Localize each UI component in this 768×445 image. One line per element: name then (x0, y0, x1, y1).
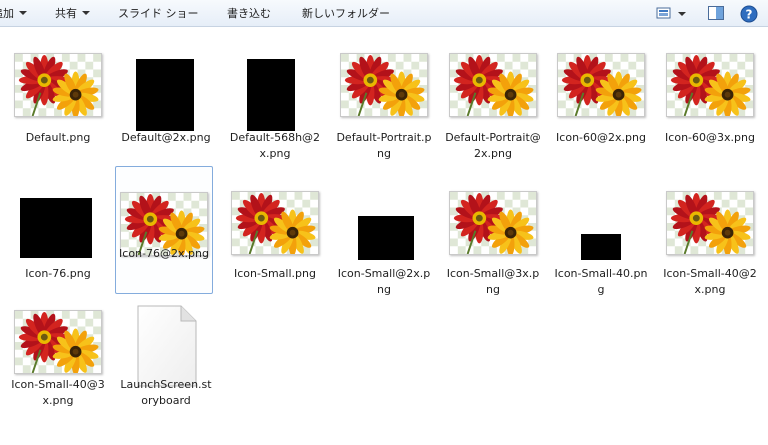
black-image-thumbnail (358, 216, 414, 260)
add-label: 追加 (0, 7, 14, 20)
file-item[interactable]: Icon-Small@3x.png (444, 187, 542, 311)
file-item[interactable]: Icon-Small@2x.png (335, 187, 433, 311)
burn-button[interactable]: 書き込む (227, 6, 271, 22)
file-item[interactable]: LaunchScreen.storyboard (117, 305, 215, 430)
file-item[interactable]: Icon-76@2x.png (115, 166, 213, 294)
image-thumbnail (666, 53, 754, 117)
slideshow-label: スライド ショー (118, 7, 199, 20)
file-name: Icon-Small@2x.png (337, 267, 431, 296)
preview-pane-icon (708, 6, 724, 20)
new-folder-label: 新しいフォルダー (302, 7, 390, 20)
image-thumbnail (14, 310, 102, 374)
preview-pane-button[interactable] (707, 5, 725, 22)
chevron-down-icon (19, 11, 27, 15)
image-thumbnail (340, 53, 428, 117)
image-thumbnail (449, 191, 537, 255)
file-name: Icon-60@2x.png (556, 131, 646, 144)
new-folder-button[interactable]: 新しいフォルダー (302, 6, 390, 22)
black-image-thumbnail (581, 234, 621, 260)
file-name: Icon-Small-40@3x.png (11, 378, 105, 407)
file-list: Default.png Default@2x.png Default-568h@2x… (0, 27, 768, 445)
help-icon: ? (740, 5, 758, 23)
view-options-icon (656, 7, 686, 19)
command-bar: 追加 共有 スライド ショー 書き込む 新しいフォルダー ? (0, 0, 768, 27)
svg-text:?: ? (746, 8, 753, 22)
file-item[interactable]: Default.png (9, 49, 107, 173)
file-item[interactable]: Icon-Small-40.png (552, 187, 650, 311)
file-name: Icon-Small-40@2x.png (663, 267, 757, 296)
slideshow-button[interactable]: スライド ショー (118, 6, 199, 22)
file-name: Default.png (25, 131, 91, 144)
image-thumbnail (14, 53, 102, 117)
image-thumbnail (449, 53, 537, 117)
file-item[interactable]: Icon-76.png (9, 187, 107, 311)
black-image-thumbnail (20, 198, 92, 258)
view-options-button[interactable] (656, 5, 692, 22)
file-item[interactable]: Icon-Small.png (226, 187, 324, 311)
file-item[interactable]: Default@2x.png (117, 49, 215, 173)
chevron-down-icon (82, 11, 90, 15)
black-image-thumbnail (136, 59, 194, 131)
file-item[interactable]: Default-568h@2x.png (226, 49, 324, 173)
file-name: Default@2x.png (121, 131, 211, 144)
file-name: Icon-Small.png (234, 267, 316, 280)
image-thumbnail (557, 53, 645, 117)
burn-label: 書き込む (227, 7, 271, 20)
file-name: Icon-76.png (25, 267, 91, 280)
file-name: Default-Portrait@2x.png (445, 131, 541, 160)
file-item[interactable]: Icon-Small-40@3x.png (9, 306, 107, 430)
share-label: 共有 (55, 7, 77, 20)
file-item[interactable]: Icon-Small-40@2x.png (661, 187, 759, 311)
file-item[interactable]: Default-Portrait@2x.png (444, 49, 542, 173)
file-item[interactable]: Default-Portrait.png (335, 49, 433, 173)
share-button[interactable]: 共有 (55, 6, 90, 22)
image-thumbnail (666, 191, 754, 255)
help-button[interactable]: ? (740, 5, 758, 23)
file-name: Icon-60@3x.png (665, 131, 755, 144)
file-name: Default-568h@2x.png (229, 131, 321, 160)
file-item[interactable]: Icon-60@3x.png (661, 49, 759, 173)
image-thumbnail (231, 191, 319, 255)
file-name: Icon-Small@3x.png (446, 267, 540, 296)
black-image-thumbnail (247, 59, 295, 131)
file-name: Icon-76@2x.png (119, 247, 209, 260)
file-thumbnail (116, 189, 212, 285)
file-name: Icon-Small-40.png (554, 267, 648, 296)
file-name: LaunchScreen.storyboard (120, 378, 212, 407)
add-button[interactable]: 追加 (0, 6, 27, 22)
file-item[interactable]: Icon-60@2x.png (552, 49, 650, 173)
document-icon (137, 305, 197, 387)
file-name: Default-Portrait.png (336, 131, 432, 160)
